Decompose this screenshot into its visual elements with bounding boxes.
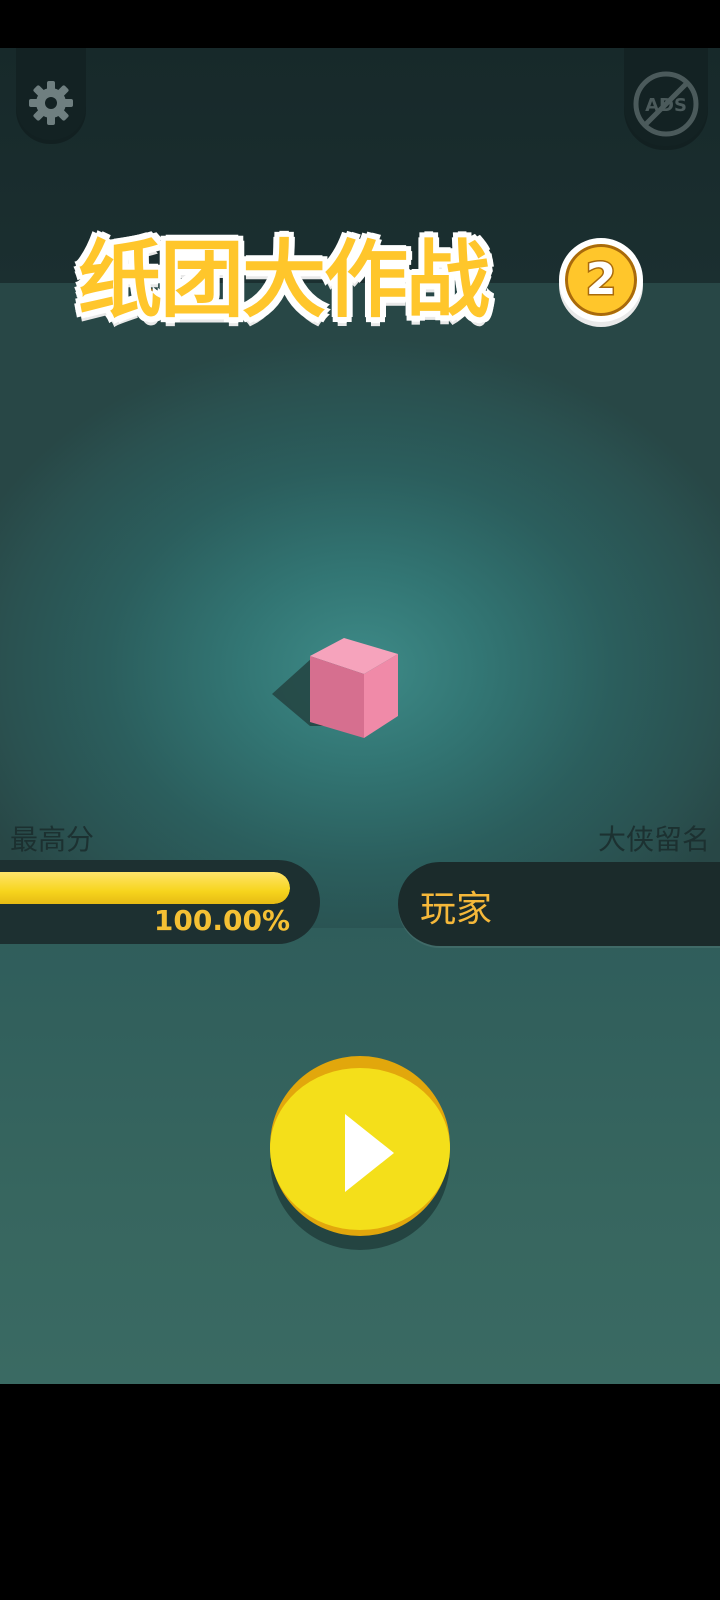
remove-ads-button[interactable]: ADS xyxy=(624,48,708,146)
title-badge: 2 xyxy=(559,238,643,322)
score-progress-fill xyxy=(0,872,290,904)
score-progress-track xyxy=(0,872,290,904)
paper-cube xyxy=(272,638,398,738)
player-name-field[interactable]: 玩家 xyxy=(398,862,720,946)
player-name: 玩家 xyxy=(420,889,493,930)
no-ads-icon: ADS xyxy=(633,71,699,137)
settings-button[interactable] xyxy=(16,48,86,140)
best-score-panel: 100.00% xyxy=(0,860,320,944)
best-score-percent: 100.00% xyxy=(153,904,290,937)
gear-icon xyxy=(29,81,73,125)
game-scene: ADS 纸团大作战 2 最高分 大侠留名 100.00% 玩家 xyxy=(0,48,720,1384)
play-icon xyxy=(345,1114,394,1192)
game-title: 纸团大作战 xyxy=(76,229,492,331)
game-logo: 纸团大作战 2 xyxy=(76,220,648,340)
screen: ADS 纸团大作战 2 最高分 大侠留名 100.00% 玩家 xyxy=(0,0,720,1600)
best-score-label: 最高分 xyxy=(10,823,95,856)
play-button[interactable] xyxy=(270,1068,450,1230)
hero-name-label: 大侠留名 xyxy=(597,823,710,856)
